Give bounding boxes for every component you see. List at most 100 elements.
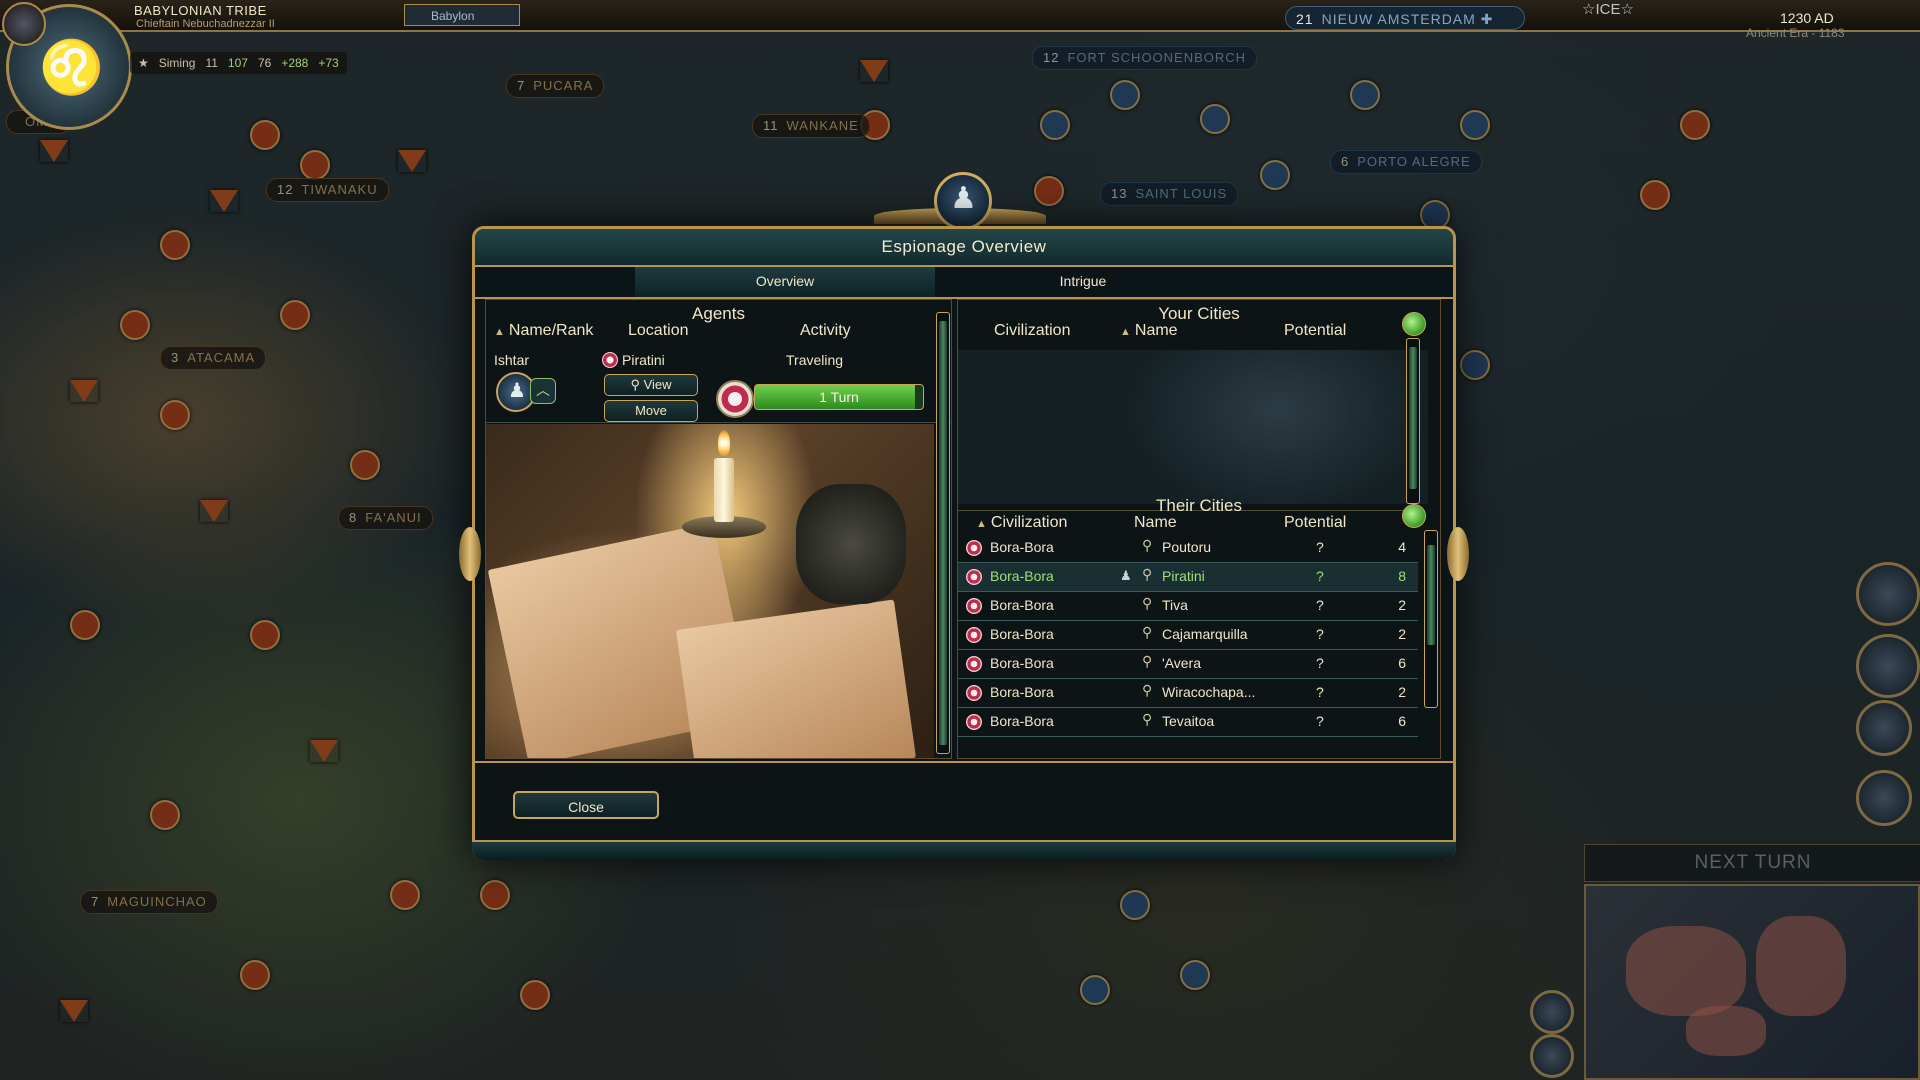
row-unknown: ? bbox=[1316, 568, 1324, 584]
magnifier-icon[interactable]: ⚲ bbox=[1142, 653, 1152, 670]
row-potential: 4 bbox=[1398, 539, 1406, 555]
frame-knob bbox=[1447, 527, 1469, 581]
tab-overview[interactable]: Overview bbox=[635, 267, 935, 297]
table-row[interactable]: Bora-Bora ♟ ⚲ Piratini? 8 bbox=[958, 563, 1418, 592]
sort-arrow-icon: ▲ bbox=[494, 326, 505, 338]
row-potential: 6 bbox=[1398, 655, 1406, 671]
row-civilization: Bora-Bora bbox=[990, 713, 1054, 729]
sort-arrow-icon: ▲ bbox=[976, 518, 987, 530]
your-cities-scrollbar[interactable] bbox=[1406, 338, 1420, 504]
table-row[interactable]: Bora-Bora ⚲ Tiva? 2 bbox=[958, 592, 1418, 621]
city-state-icon bbox=[966, 569, 982, 585]
col-name[interactable]: ▲ Name bbox=[1120, 322, 1178, 340]
row-city-name: Poutoru bbox=[1162, 539, 1212, 555]
city-banner[interactable]: 21 NIEUW AMSTERDAM ✚ bbox=[1285, 6, 1525, 30]
row-potential: 2 bbox=[1398, 684, 1406, 700]
col-potential[interactable]: Potential bbox=[1284, 322, 1346, 340]
row-city-name: Tevaitoa bbox=[1162, 713, 1215, 729]
civ-name: BABYLONIAN TRIBE bbox=[134, 3, 267, 18]
row-city-name: 'Avera bbox=[1162, 655, 1201, 671]
magnifier-icon[interactable]: ⚲ bbox=[1142, 595, 1152, 612]
row-city-name: Piratini bbox=[1162, 568, 1205, 584]
notification-button[interactable] bbox=[1856, 770, 1912, 826]
globe-icon[interactable] bbox=[1402, 312, 1426, 336]
globe-icon[interactable] bbox=[1402, 504, 1426, 528]
culture-rate: +73 bbox=[318, 56, 339, 70]
col-activity[interactable]: Activity bbox=[800, 322, 851, 340]
city-state-icon bbox=[966, 598, 982, 614]
game-menu-button[interactable] bbox=[2, 2, 46, 46]
row-unknown: ? bbox=[1316, 684, 1324, 700]
sort-arrow-icon: ▲ bbox=[1120, 326, 1131, 338]
advisor-button[interactable] bbox=[1856, 562, 1920, 626]
agents-scrollbar[interactable] bbox=[936, 312, 950, 754]
table-row[interactable]: Bora-Bora ⚲ Wiracochapa...? 2 bbox=[958, 679, 1418, 708]
frame-knob bbox=[459, 527, 481, 581]
dialog-ornament: ♟ bbox=[874, 172, 1046, 230]
rank-chevron-icon[interactable]: ︿ bbox=[530, 378, 556, 404]
table-row[interactable]: Bora-Bora ⚲ Cajamarquilla? 2 bbox=[958, 621, 1418, 650]
row-potential: 6 bbox=[1398, 713, 1406, 729]
view-button[interactable]: ⚲ View bbox=[604, 374, 698, 396]
row-city-name: Tiva bbox=[1162, 597, 1188, 613]
spy-icon: ♟ bbox=[1120, 568, 1132, 583]
move-button[interactable]: Move bbox=[604, 400, 698, 422]
next-turn-button[interactable]: NEXT TURN bbox=[1584, 844, 1920, 882]
resource-bar: ★ Siming 11 107 76 +288 +73 bbox=[130, 52, 347, 74]
city-state-icon bbox=[966, 685, 982, 701]
table-row[interactable]: Bora-Bora ⚲ Tevaitoa? 6 bbox=[958, 708, 1418, 737]
table-row[interactable]: Bora-Bora ⚲ Poutoru? 4 bbox=[958, 534, 1418, 563]
city-state-icon bbox=[966, 714, 982, 730]
cities-panel: Your Cities Civilization ▲ Name Potential… bbox=[957, 299, 1441, 759]
col-potential[interactable]: Potential bbox=[1284, 514, 1346, 532]
magnifier-icon[interactable]: ⚲ bbox=[1142, 537, 1152, 554]
minimap[interactable] bbox=[1584, 884, 1920, 1080]
col-name[interactable]: Name bbox=[1134, 514, 1177, 532]
agents-panel: Agents ▲ Name/Rank Location Activity Isht… bbox=[485, 299, 952, 759]
faith-value[interactable]: 76 bbox=[258, 56, 271, 70]
capital-button[interactable]: Babylon bbox=[404, 4, 520, 26]
ice-label: ☆ICE☆ bbox=[1582, 1, 1634, 18]
their-cities-scrollbar[interactable] bbox=[1424, 530, 1438, 708]
col-name-rank[interactable]: ▲ Name/Rank bbox=[494, 322, 593, 340]
star-icon: ☆ bbox=[1620, 1, 1634, 18]
table-row[interactable]: Bora-Bora ⚲ 'Avera? 6 bbox=[958, 650, 1418, 679]
notification-button[interactable] bbox=[1856, 700, 1912, 756]
gold-value[interactable]: 107 bbox=[228, 56, 248, 70]
their-cities-title: Their Cities bbox=[1156, 496, 1242, 515]
row-civilization: Bora-Bora bbox=[990, 568, 1054, 584]
magnifier-icon[interactable]: ⚲ bbox=[1142, 624, 1152, 641]
col-civilization[interactable]: Civilization bbox=[994, 322, 1070, 340]
star-icon: ☆ bbox=[1582, 1, 1596, 18]
magnifier-icon[interactable]: ⚲ bbox=[1142, 711, 1152, 728]
map-option-button[interactable] bbox=[1530, 990, 1574, 1034]
col-civilization[interactable]: ▲ Civilization bbox=[976, 514, 1067, 532]
agent-name: Ishtar bbox=[494, 352, 530, 368]
row-unknown: ? bbox=[1316, 713, 1324, 729]
unit-action-button[interactable] bbox=[1856, 634, 1920, 698]
row-potential: 2 bbox=[1398, 626, 1406, 642]
game-date: 1230 AD bbox=[1780, 10, 1834, 26]
agent-activity: Traveling bbox=[786, 352, 844, 368]
tab-intrigue[interactable]: Intrigue bbox=[933, 267, 1233, 297]
spy-icon: ♟ bbox=[508, 380, 526, 402]
magnifier-icon[interactable]: ⚲ bbox=[1142, 566, 1152, 583]
tab-bar: Overview Intrigue bbox=[475, 265, 1453, 299]
spy-illustration bbox=[486, 424, 934, 758]
magnifier-icon[interactable]: ⚲ bbox=[1142, 682, 1152, 699]
science-value[interactable]: 11 bbox=[205, 56, 217, 70]
row-civilization: Bora-Bora bbox=[990, 539, 1054, 555]
your-cities-title: Your Cities bbox=[1158, 304, 1240, 323]
dialog-frame-bottom bbox=[472, 840, 1456, 860]
city-state-icon bbox=[716, 380, 754, 418]
travel-progress: 1 Turn bbox=[754, 384, 924, 410]
col-location[interactable]: Location bbox=[628, 322, 689, 340]
map-option-button[interactable] bbox=[1530, 1034, 1574, 1078]
close-button[interactable]: Close bbox=[513, 791, 659, 819]
agent-location: Piratini bbox=[622, 352, 665, 368]
spy-icon: ♟ bbox=[950, 182, 977, 215]
row-unknown: ? bbox=[1316, 655, 1324, 671]
city-state-icon bbox=[966, 656, 982, 672]
row-potential: 8 bbox=[1398, 568, 1406, 584]
dialog-title: Espionage Overview bbox=[475, 229, 1453, 265]
